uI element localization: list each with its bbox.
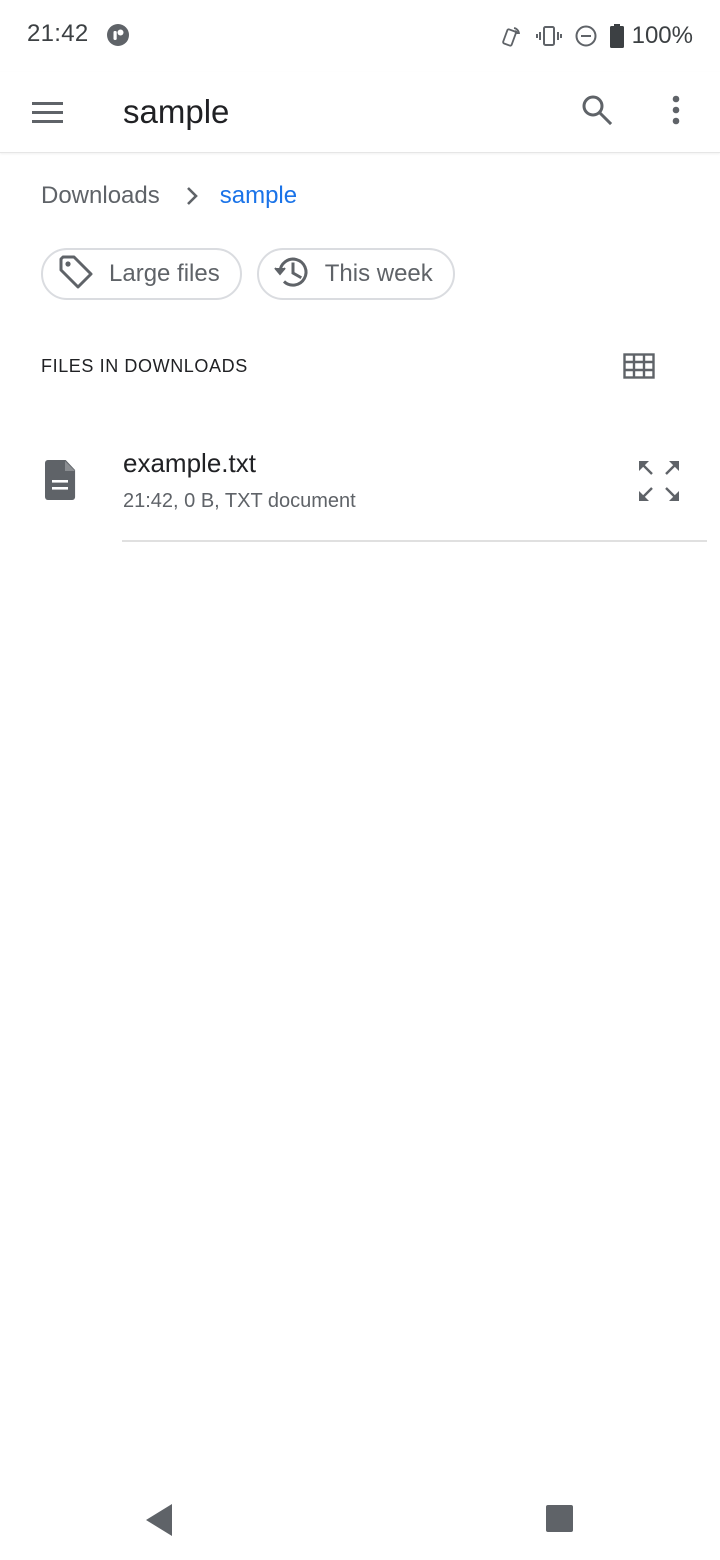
back-icon[interactable] — [144, 1502, 174, 1538]
chip-label: This week — [324, 260, 433, 287]
status-time: 21:42 — [27, 20, 89, 47]
recents-icon[interactable] — [546, 1505, 573, 1532]
system-nav-bar — [0, 1480, 720, 1560]
grid-view-icon[interactable] — [614, 342, 664, 390]
status-bar: 21:42 100% — [0, 0, 720, 72]
chip-large-files[interactable]: Large files — [41, 248, 242, 300]
file-meta: 21:42, 0 B, TXT document — [123, 490, 356, 512]
battery-percent: 100% — [631, 22, 693, 49]
list-item[interactable]: example.txt 21:42, 0 B, TXT document — [0, 430, 720, 542]
page-title: sample — [123, 93, 230, 130]
chevron-right-icon — [186, 186, 198, 206]
nfc-icon — [500, 24, 524, 48]
breadcrumb-downloads[interactable]: Downloads — [41, 182, 160, 210]
more-vert-icon[interactable] — [652, 86, 700, 134]
battery-icon — [609, 24, 624, 48]
app-bar: sample — [0, 72, 720, 153]
chip-label: Large files — [109, 260, 220, 287]
filter-chips: Large files This week — [41, 248, 455, 300]
do-not-disturb-icon — [574, 24, 598, 48]
chip-this-week[interactable]: This week — [256, 248, 455, 300]
status-icons: 100% — [500, 20, 693, 52]
vibrate-icon — [535, 24, 562, 48]
hamburger-menu-icon[interactable] — [20, 88, 76, 136]
section-header: FILES IN DOWNLOADS — [41, 356, 248, 376]
history-icon — [273, 253, 311, 296]
divider — [122, 540, 707, 542]
breadcrumb-current[interactable]: sample — [220, 182, 297, 210]
breadcrumb: Downloads sample — [41, 176, 297, 216]
expand-preview-icon[interactable] — [632, 454, 686, 508]
tag-icon — [57, 253, 95, 296]
document-icon — [44, 460, 78, 500]
file-name: example.txt — [123, 448, 256, 478]
search-icon[interactable] — [573, 86, 621, 134]
app-notification-icon — [106, 23, 130, 47]
